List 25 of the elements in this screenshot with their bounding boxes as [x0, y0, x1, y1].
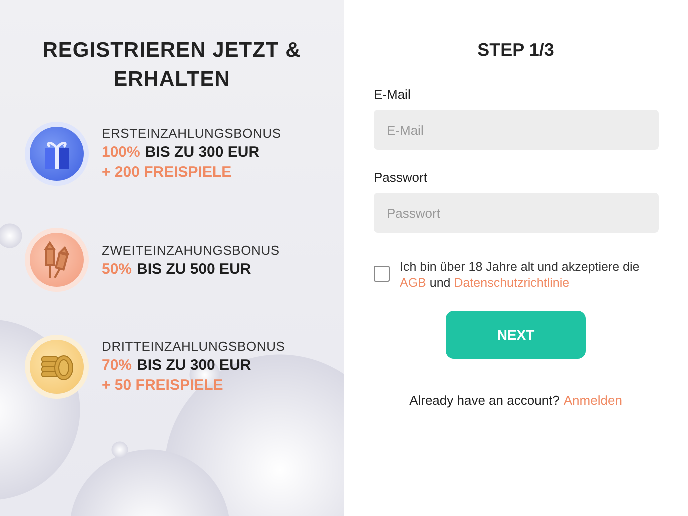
bonus-percent: 70% — [102, 357, 132, 374]
bonus-percent: 100% — [102, 144, 140, 161]
terms-link[interactable]: AGB — [400, 276, 426, 290]
promo-title: REGISTRIEREN JETZT & ERHALTEN — [42, 38, 302, 93]
bonus-amount: BIS ZU 300 EUR — [137, 357, 252, 374]
step-title: STEP 1/3 — [476, 40, 556, 61]
bonus-label: ERSTEINZAHLUNGSBONUS — [102, 126, 282, 141]
privacy-link[interactable]: Datenschutzrichtlinie — [454, 276, 570, 290]
field-label: E-Mail — [374, 87, 412, 102]
free-spins-text: + 50 FREISPIELE — [102, 377, 224, 394]
coins-icon — [40, 352, 74, 380]
bonus-label: ZWEITEINZAHUNGSBONUS — [102, 242, 280, 258]
bonus-label: DRITTEINZAHLUNGSBONUS — [102, 339, 286, 354]
login-prompt: Already have an account? — [410, 393, 560, 408]
terms-text: Ich bin über 18 Jahre alt und akzeptiere die AGB und Datenschutzrichtlinie — [400, 259, 641, 291]
next-button[interactable]: NEXT — [446, 311, 586, 359]
bonus-amount: BIS ZU 300 EUR — [145, 144, 260, 161]
login-link[interactable]: Anmelden — [564, 393, 622, 408]
input-field[interactable]: Passwort — [374, 193, 659, 233]
input-field[interactable]: E-Mail — [374, 110, 659, 150]
field-label: Passwort — [374, 170, 428, 185]
bonus-percent: 50% — [102, 260, 132, 278]
bonus-amount: BIS ZU 500 EUR — [137, 260, 252, 278]
terms-checkbox[interactable] — [374, 266, 390, 282]
free-spins-text: + 200 FREISPIELE — [102, 164, 233, 181]
